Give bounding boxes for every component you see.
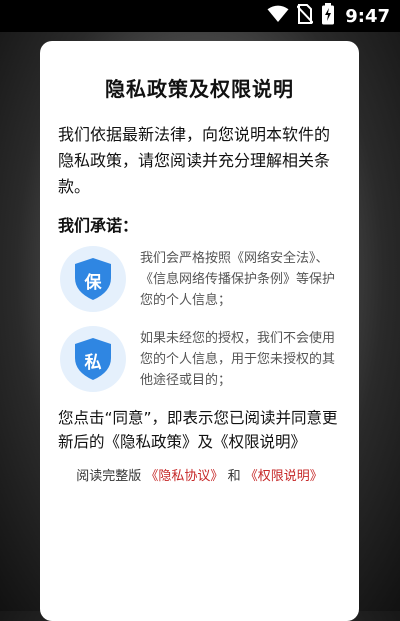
shield-icon: 私 <box>73 337 113 381</box>
shield-icon-badge: 保 <box>60 246 126 312</box>
shield-icon: 保 <box>73 257 113 301</box>
wifi-icon <box>267 5 289 27</box>
promise-item: 保 我们会严格按照《网络安全法》、《信息网络传播保护条例》等保护您的个人信息； <box>58 246 341 312</box>
promise-item: 私 如果未经您的授权，我们不会使用您的个人信息，用于您未授权的其他途径或目的； <box>58 326 341 392</box>
shield-character: 保 <box>84 272 102 293</box>
no-sim-icon <box>296 4 314 28</box>
privacy-dialog: 隐私政策及权限说明 我们依据最新法律，向您说明本软件的隐私政策，请您阅读并充分理… <box>40 41 359 621</box>
shield-icon-badge: 私 <box>60 326 126 392</box>
consent-text: 您点击“同意”，即表示您已阅读并同意更新后的《隐私政策》及《权限说明》 <box>58 409 338 451</box>
links-and: 和 <box>227 469 241 484</box>
promise-text: 如果未经您的授权，我们不会使用您的个人信息，用于您未授权的其他途径或目的； <box>140 330 336 388</box>
shield-character: 私 <box>84 352 102 373</box>
status-icons: 9:47 <box>267 0 390 32</box>
status-bar: 9:47 <box>0 0 400 32</box>
promise-text: 我们会严格按照《网络安全法》、《信息网络传播保护条例》等保护您的个人信息； <box>140 250 336 308</box>
permission-statement-link[interactable]: 《权限说明》 <box>245 469 323 484</box>
battery-charging-icon <box>321 3 335 29</box>
links-prefix: 阅读完整版 <box>76 469 142 484</box>
intro-text: 我们依据最新法律，向您说明本软件的隐私政策，请您阅读并充分理解相关条款。 <box>58 125 331 196</box>
policy-links: 阅读完整版 《隐私协议》 和 《权限说明》 <box>58 466 341 488</box>
dialog-title: 隐私政策及权限说明 <box>105 77 294 101</box>
promise-heading: 我们承诺： <box>58 216 139 235</box>
privacy-agreement-link[interactable]: 《隐私协议》 <box>145 469 223 484</box>
status-time: 9:47 <box>345 5 390 27</box>
